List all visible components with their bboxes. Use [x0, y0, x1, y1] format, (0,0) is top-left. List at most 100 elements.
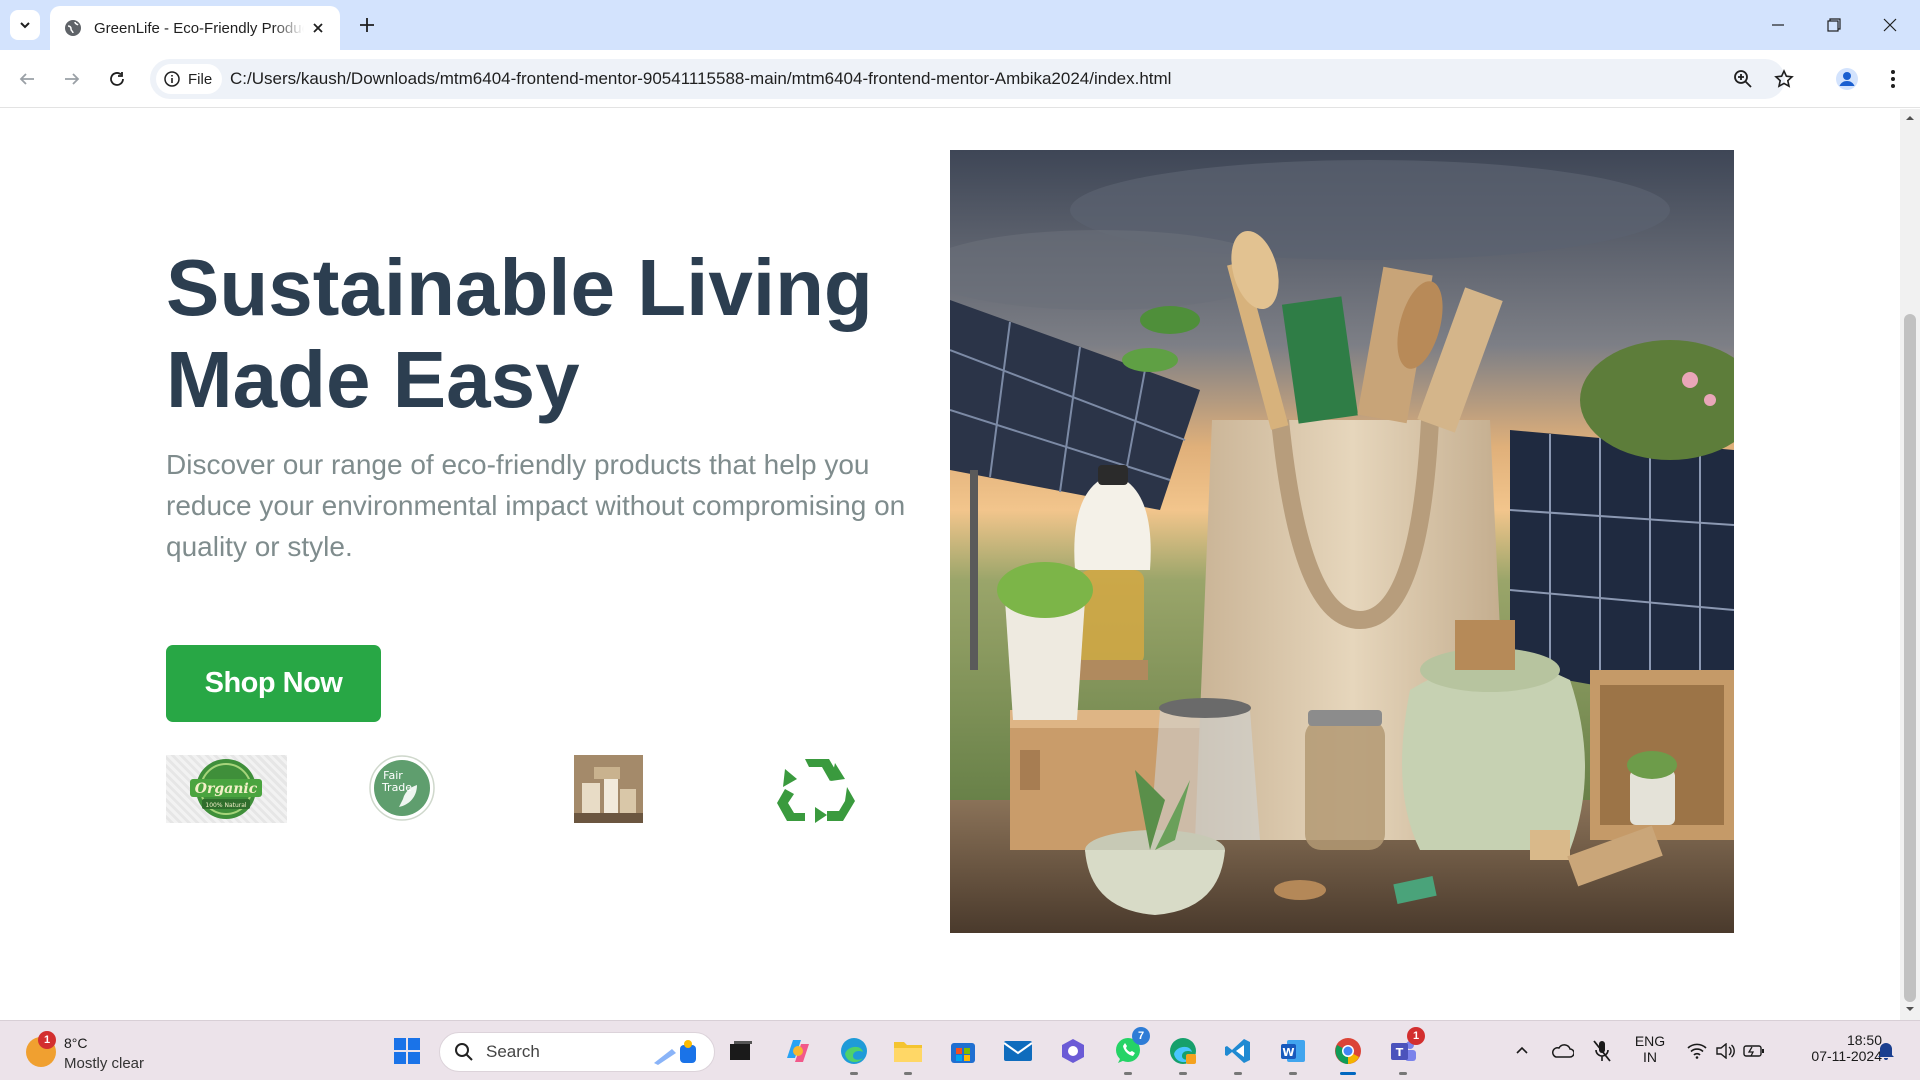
close-icon [313, 23, 323, 33]
hero-title: Sustainable Living Made Easy [166, 242, 946, 426]
cloud-icon [1552, 1044, 1574, 1058]
store-app[interactable] [943, 1031, 983, 1071]
close-window-button[interactable] [1862, 0, 1918, 50]
start-button[interactable] [387, 1031, 427, 1071]
kebab-menu-icon [1891, 70, 1895, 88]
tab-search-button[interactable] [10, 10, 40, 40]
windows-taskbar: 1 8°C Mostly clear Search 7 W T 1 ENG IN… [0, 1020, 1920, 1080]
quick-settings-button[interactable] [1678, 1031, 1774, 1071]
file-explorer-app[interactable] [888, 1031, 928, 1075]
minimize-icon [1772, 24, 1784, 26]
info-icon [164, 71, 180, 87]
edge-dev-icon [1170, 1038, 1196, 1064]
organic-seal-icon: Organic 100% Natural [190, 759, 262, 819]
store-icon [951, 1043, 975, 1063]
scroll-up-icon[interactable] [1905, 113, 1915, 123]
shop-now-button[interactable]: Shop Now [166, 645, 381, 722]
notifications-button[interactable] [1866, 1031, 1906, 1071]
copilot-icon [787, 1040, 809, 1062]
hero-title-line2: Made Easy [166, 335, 580, 424]
weather-condition: Mostly clear [64, 1055, 145, 1072]
running-indicator [1399, 1072, 1407, 1075]
plus-icon [360, 18, 374, 32]
mail-app[interactable] [998, 1031, 1038, 1071]
teams-app[interactable]: T 1 [1383, 1027, 1425, 1075]
copilot-app[interactable] [778, 1031, 818, 1071]
hero-description: Discover our range of eco-friendly produ… [166, 449, 906, 562]
forward-button[interactable] [57, 64, 87, 94]
arrow-left-icon [19, 73, 34, 85]
hero-image [950, 150, 1734, 933]
svg-text:W: W [1282, 1046, 1294, 1059]
word-app[interactable]: W [1273, 1031, 1313, 1075]
volume-icon [1716, 1043, 1735, 1059]
edge-app[interactable] [834, 1031, 874, 1075]
recycle-icon [775, 753, 859, 825]
windows-logo-icon [394, 1038, 420, 1064]
browser-toolbar: File C:/Users/kaush/Downloads/mtm6404-fr… [0, 50, 1920, 108]
copilot-pwa-app[interactable] [1053, 1031, 1093, 1071]
chrome-icon [1335, 1038, 1361, 1064]
organic-badge-label: Organic [195, 781, 258, 797]
weather-badge: 1 [38, 1031, 56, 1049]
address-bar[interactable]: File C:/Users/kaush/Downloads/mtm6404-fr… [150, 59, 1794, 99]
chrome-app[interactable] [1328, 1031, 1368, 1075]
browser-menu-button[interactable] [1878, 64, 1908, 94]
running-indicator [1234, 1072, 1242, 1075]
running-indicator [1124, 1072, 1132, 1075]
show-hidden-icons-button[interactable] [1502, 1031, 1542, 1071]
browser-tab-active[interactable]: GreenLife - Eco-Friendly Products [50, 6, 340, 50]
eco-products-thumbnail [574, 755, 643, 823]
profile-button[interactable] [1832, 64, 1862, 94]
eco-products-illustration [950, 150, 1734, 933]
url-text[interactable]: C:/Users/kaush/Downloads/mtm6404-fronten… [230, 59, 1171, 99]
site-chip-label: File [188, 70, 213, 88]
fairtrade-label-bottom: Trade [381, 781, 412, 794]
bell-icon [1878, 1043, 1894, 1060]
organic-badge-sublabel: 100% Natural [205, 802, 247, 809]
back-button[interactable] [12, 64, 42, 94]
edge-dev-app[interactable] [1163, 1031, 1203, 1075]
scrollbar-thumb[interactable] [1904, 314, 1916, 1002]
zoom-button[interactable] [1731, 67, 1755, 91]
scroll-down-icon[interactable] [1905, 1004, 1915, 1014]
onedrive-button[interactable] [1542, 1031, 1582, 1071]
language-code: ENG [1634, 1033, 1666, 1049]
minimize-button[interactable] [1750, 0, 1806, 50]
battery-icon [1743, 1045, 1764, 1057]
search-highlight-icon [654, 1040, 696, 1065]
hero-title-line1: Sustainable Living [166, 243, 873, 332]
organic-badge: Organic 100% Natural [166, 755, 287, 823]
running-indicator [1179, 1072, 1187, 1075]
vscode-icon [1225, 1039, 1250, 1063]
whatsapp-app[interactable]: 7 [1108, 1027, 1150, 1075]
running-indicator [904, 1072, 912, 1075]
restore-button[interactable] [1806, 0, 1862, 50]
tab-close-button[interactable] [308, 18, 328, 38]
page-scrollbar[interactable] [1900, 109, 1920, 1020]
microphone-button[interactable] [1582, 1031, 1622, 1071]
bookmark-button[interactable] [1772, 67, 1796, 91]
language-indicator[interactable]: ENG IN [1628, 1033, 1672, 1065]
vscode-app[interactable] [1218, 1031, 1258, 1075]
site-info-chip[interactable]: File [156, 64, 223, 94]
browser-tabstrip: GreenLife - Eco-Friendly Products [0, 0, 1920, 50]
star-icon [1774, 69, 1794, 88]
weather-widget[interactable]: 1 8°C Mostly clear [20, 1029, 190, 1073]
reload-button[interactable] [102, 64, 132, 94]
folder-icon [894, 1042, 922, 1062]
avatar-icon [1836, 68, 1858, 90]
globe-icon [65, 20, 81, 36]
products-image [574, 755, 643, 823]
hexagon-app-icon [1062, 1039, 1084, 1063]
tab-title: GreenLife - Eco-Friendly Products [94, 19, 304, 37]
fairtrade-seal-icon: Fair Trade [369, 755, 435, 821]
new-tab-button[interactable] [352, 10, 382, 40]
wifi-icon [1687, 1043, 1707, 1059]
task-view-button[interactable] [721, 1031, 761, 1071]
taskbar-search[interactable]: Search [439, 1032, 715, 1072]
teams-notification-badge: 1 [1407, 1027, 1425, 1045]
search-placeholder: Search [486, 1042, 540, 1061]
chevron-up-icon [1516, 1046, 1528, 1054]
restore-icon [1827, 18, 1841, 32]
